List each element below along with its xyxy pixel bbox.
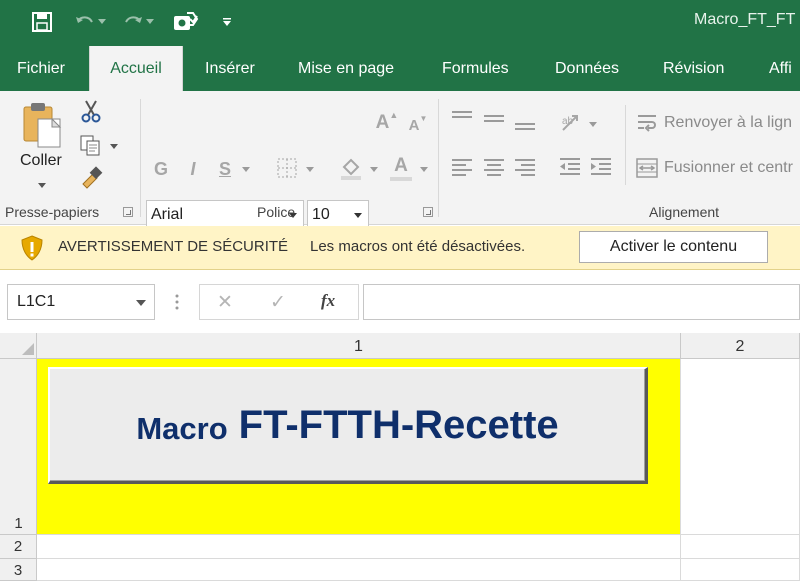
grow-font-label: A [375,112,390,133]
wrap-text-label[interactable]: Renvoyer à la lign [664,114,792,132]
title-bar: Macro_FT_FT [0,0,800,46]
tab-mise-en-page[interactable]: Mise en page [298,46,394,91]
font-size-dropdown-icon[interactable] [354,213,362,218]
tab-donnees[interactable]: Données [555,46,619,91]
shield-warning-icon [20,235,44,261]
row-header-2[interactable]: 2 [0,535,37,559]
cell-r1c2[interactable] [681,359,800,535]
undo-icon[interactable] [74,10,96,34]
shrink-font-button[interactable]: A ▼ [407,113,429,137]
align-right-icon[interactable] [515,159,535,176]
align-center-icon[interactable] [484,159,504,176]
font-color-dropdown-icon[interactable] [420,167,428,172]
underline-dropdown-icon[interactable] [242,167,250,172]
tab-affichage[interactable]: Affi [769,46,792,91]
align-left-icon[interactable] [452,159,472,176]
orientation-icon[interactable]: ab [560,112,584,134]
enter-icon[interactable]: ✓ [270,291,286,314]
enable-content-button[interactable]: Activer le contenu [579,231,768,263]
cell-r3c1[interactable] [37,559,681,581]
copy-icon[interactable] [79,135,103,157]
italic-button[interactable]: I [183,157,203,181]
ribbon: Coller Presse-papiers Arial 10 A ▲ A ▼ G I… [0,91,800,230]
font-name-value: Arial [151,206,184,223]
cut-icon[interactable] [80,99,102,123]
borders-icon[interactable] [277,158,297,178]
merge-center-icon[interactable] [636,158,658,178]
formula-buttons: ✕ ✓ fx [199,284,359,320]
font-group-label: Police [257,204,296,220]
redo-icon[interactable] [122,10,144,34]
name-box-value: L1C1 [17,293,56,310]
security-warning-title: AVERTISSEMENT DE SÉCURITÉ [58,238,289,255]
bold-button[interactable]: G [151,157,171,181]
cell-r2c2[interactable] [681,535,800,559]
font-color-button[interactable]: A [390,155,412,181]
group-separator [625,105,626,185]
customize-dropdown-icon[interactable] [220,10,234,34]
formula-input[interactable] [363,284,800,320]
align-bottom-icon[interactable] [515,117,535,133]
column-header-2[interactable]: 2 [681,333,800,359]
orientation-dropdown-icon[interactable] [589,122,597,127]
copy-dropdown-icon[interactable] [110,144,118,149]
merge-center-label[interactable]: Fusionner et centr [664,159,793,177]
name-box-dropdown-icon[interactable] [136,300,146,306]
fill-color-dropdown-icon[interactable] [370,167,378,172]
align-top-icon[interactable] [452,111,472,127]
security-warning-message: Les macros ont été désactivées. [310,238,526,255]
ribbon-tabs: Fichier Accueil Insérer Mise en page For… [0,46,800,91]
cancel-icon[interactable]: ✕ [217,291,233,314]
row-header-1-label: 1 [14,515,23,532]
decrease-indent-icon[interactable] [558,157,582,177]
macro-button-prefix: Macro [136,411,228,446]
svg-text:ab: ab [562,116,574,127]
row-header-1[interactable]: 1 [0,359,37,535]
paste-label[interactable]: Coller [20,152,62,170]
run-macro-button[interactable]: Macro FT-FTTH-Recette [48,367,648,484]
clipboard-launcher-icon[interactable] [123,207,133,217]
window-title: Macro_FT_FT [694,11,796,28]
excel-window: Macro_FT_FT Fichier Accueil Insérer Mise… [0,0,800,581]
column-header-1[interactable]: 1 [37,333,681,359]
underline-button[interactable]: S [215,157,235,181]
redo-dropdown-icon[interactable] [144,10,156,34]
grow-font-button[interactable]: A ▲ [375,110,399,136]
group-separator [140,99,141,217]
paste-dropdown-icon[interactable] [38,183,46,188]
wrap-text-icon[interactable] [636,113,658,133]
tab-inserer[interactable]: Insérer [205,46,255,91]
fill-color-icon[interactable] [338,155,364,181]
align-middle-icon[interactable] [484,113,504,129]
shrink-font-label: A [408,116,420,134]
tab-revision[interactable]: Révision [663,46,724,91]
tab-fichier[interactable]: Fichier [17,46,65,91]
font-size-value: 10 [312,206,330,223]
tab-formules[interactable]: Formules [442,46,509,91]
format-painter-icon[interactable] [79,166,103,190]
select-all-corner[interactable] [0,333,37,359]
row-header-3[interactable]: 3 [0,559,37,581]
borders-dropdown-icon[interactable] [306,167,314,172]
macro-button-name: FT-FTTH-Recette [238,402,559,447]
alignment-group-label: Alignement [649,204,720,220]
font-launcher-icon[interactable] [423,207,433,217]
clipboard-group-label: Presse-papiers [5,204,100,220]
undo-dropdown-icon[interactable] [96,10,108,34]
cell-r2c1[interactable] [37,535,681,559]
name-box[interactable]: L1C1 [7,284,155,320]
insert-function-icon[interactable]: fx [321,291,335,311]
formula-bar-grip-icon[interactable] [175,293,179,311]
save-icon[interactable] [30,10,54,34]
group-separator [438,99,439,217]
cell-r3c2[interactable] [681,559,800,581]
tab-accueil[interactable]: Accueil [89,46,183,91]
macro-icon[interactable] [172,10,200,34]
paste-icon[interactable] [20,101,64,149]
increase-indent-icon[interactable] [589,157,613,177]
